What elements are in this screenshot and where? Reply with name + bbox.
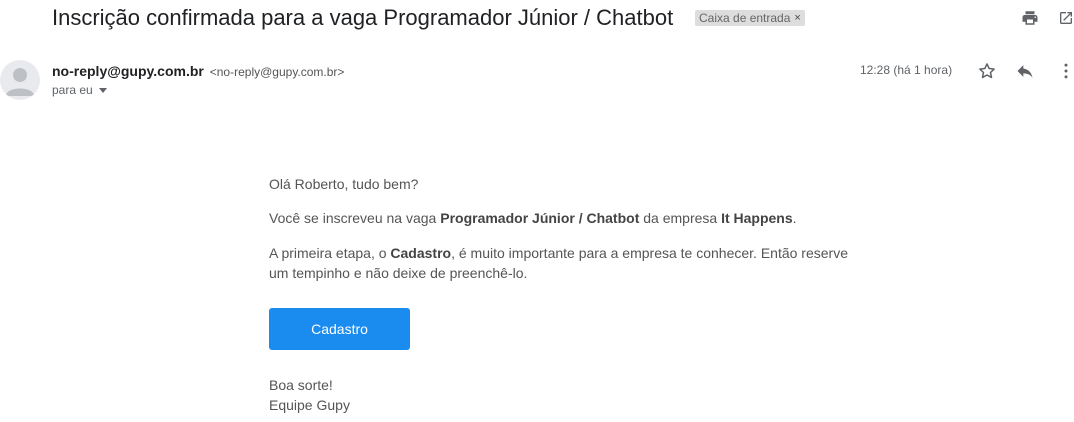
recipient-text: para eu <box>52 83 93 97</box>
company-name: It Happens <box>721 210 793 226</box>
email-view: Inscrição confirmada para a vaga Program… <box>0 0 1074 422</box>
greeting-text: Olá Roberto, tudo bem? <box>269 176 419 192</box>
text-fragment: da empresa <box>639 210 722 226</box>
recipient-toggle[interactable]: para eu <box>52 83 107 97</box>
inbox-label-chip: Caixa de entrada × <box>695 10 805 26</box>
reply-icon[interactable] <box>1014 60 1036 82</box>
sender-name[interactable]: no-reply@gupy.com.br <box>52 63 204 79</box>
remove-label-icon[interactable]: × <box>794 10 800 26</box>
text-fragment: Você se inscreveu na vaga <box>269 210 441 226</box>
more-vertical-icon[interactable] <box>1055 60 1074 82</box>
sender-email: <no-reply@gupy.com.br> <box>209 65 345 79</box>
sender-line: no-reply@gupy.com.br <no-reply@gupy.com.… <box>52 62 344 81</box>
closing-text: Boa sorte! <box>269 377 333 393</box>
email-timestamp: 12:28 (há 1 hora) <box>860 63 953 77</box>
star-icon[interactable] <box>976 60 998 82</box>
inbox-label-text: Caixa de entrada <box>699 11 791 25</box>
job-title: Programador Júnior / Chatbot <box>440 210 640 226</box>
cadastro-button[interactable]: Cadastro <box>269 308 410 350</box>
step-paragraph: A primeira etapa, o Cadastro, é muito im… <box>269 243 869 283</box>
enrollment-paragraph: Você se inscreveu na vaga Programador Jú… <box>269 208 869 228</box>
signature-text: Equipe Gupy <box>269 397 350 413</box>
open-in-new-window-icon[interactable] <box>1056 8 1074 28</box>
printer-icon[interactable] <box>1020 8 1040 28</box>
email-subject: Inscrição confirmada para a vaga Program… <box>52 5 674 30</box>
chevron-down-icon[interactable] <box>98 87 107 93</box>
text-fragment: . <box>792 210 797 226</box>
step-name: Cadastro <box>390 245 452 261</box>
text-fragment: A primeira etapa, o <box>269 245 391 261</box>
default-person-icon <box>6 68 34 96</box>
avatar <box>0 60 40 100</box>
